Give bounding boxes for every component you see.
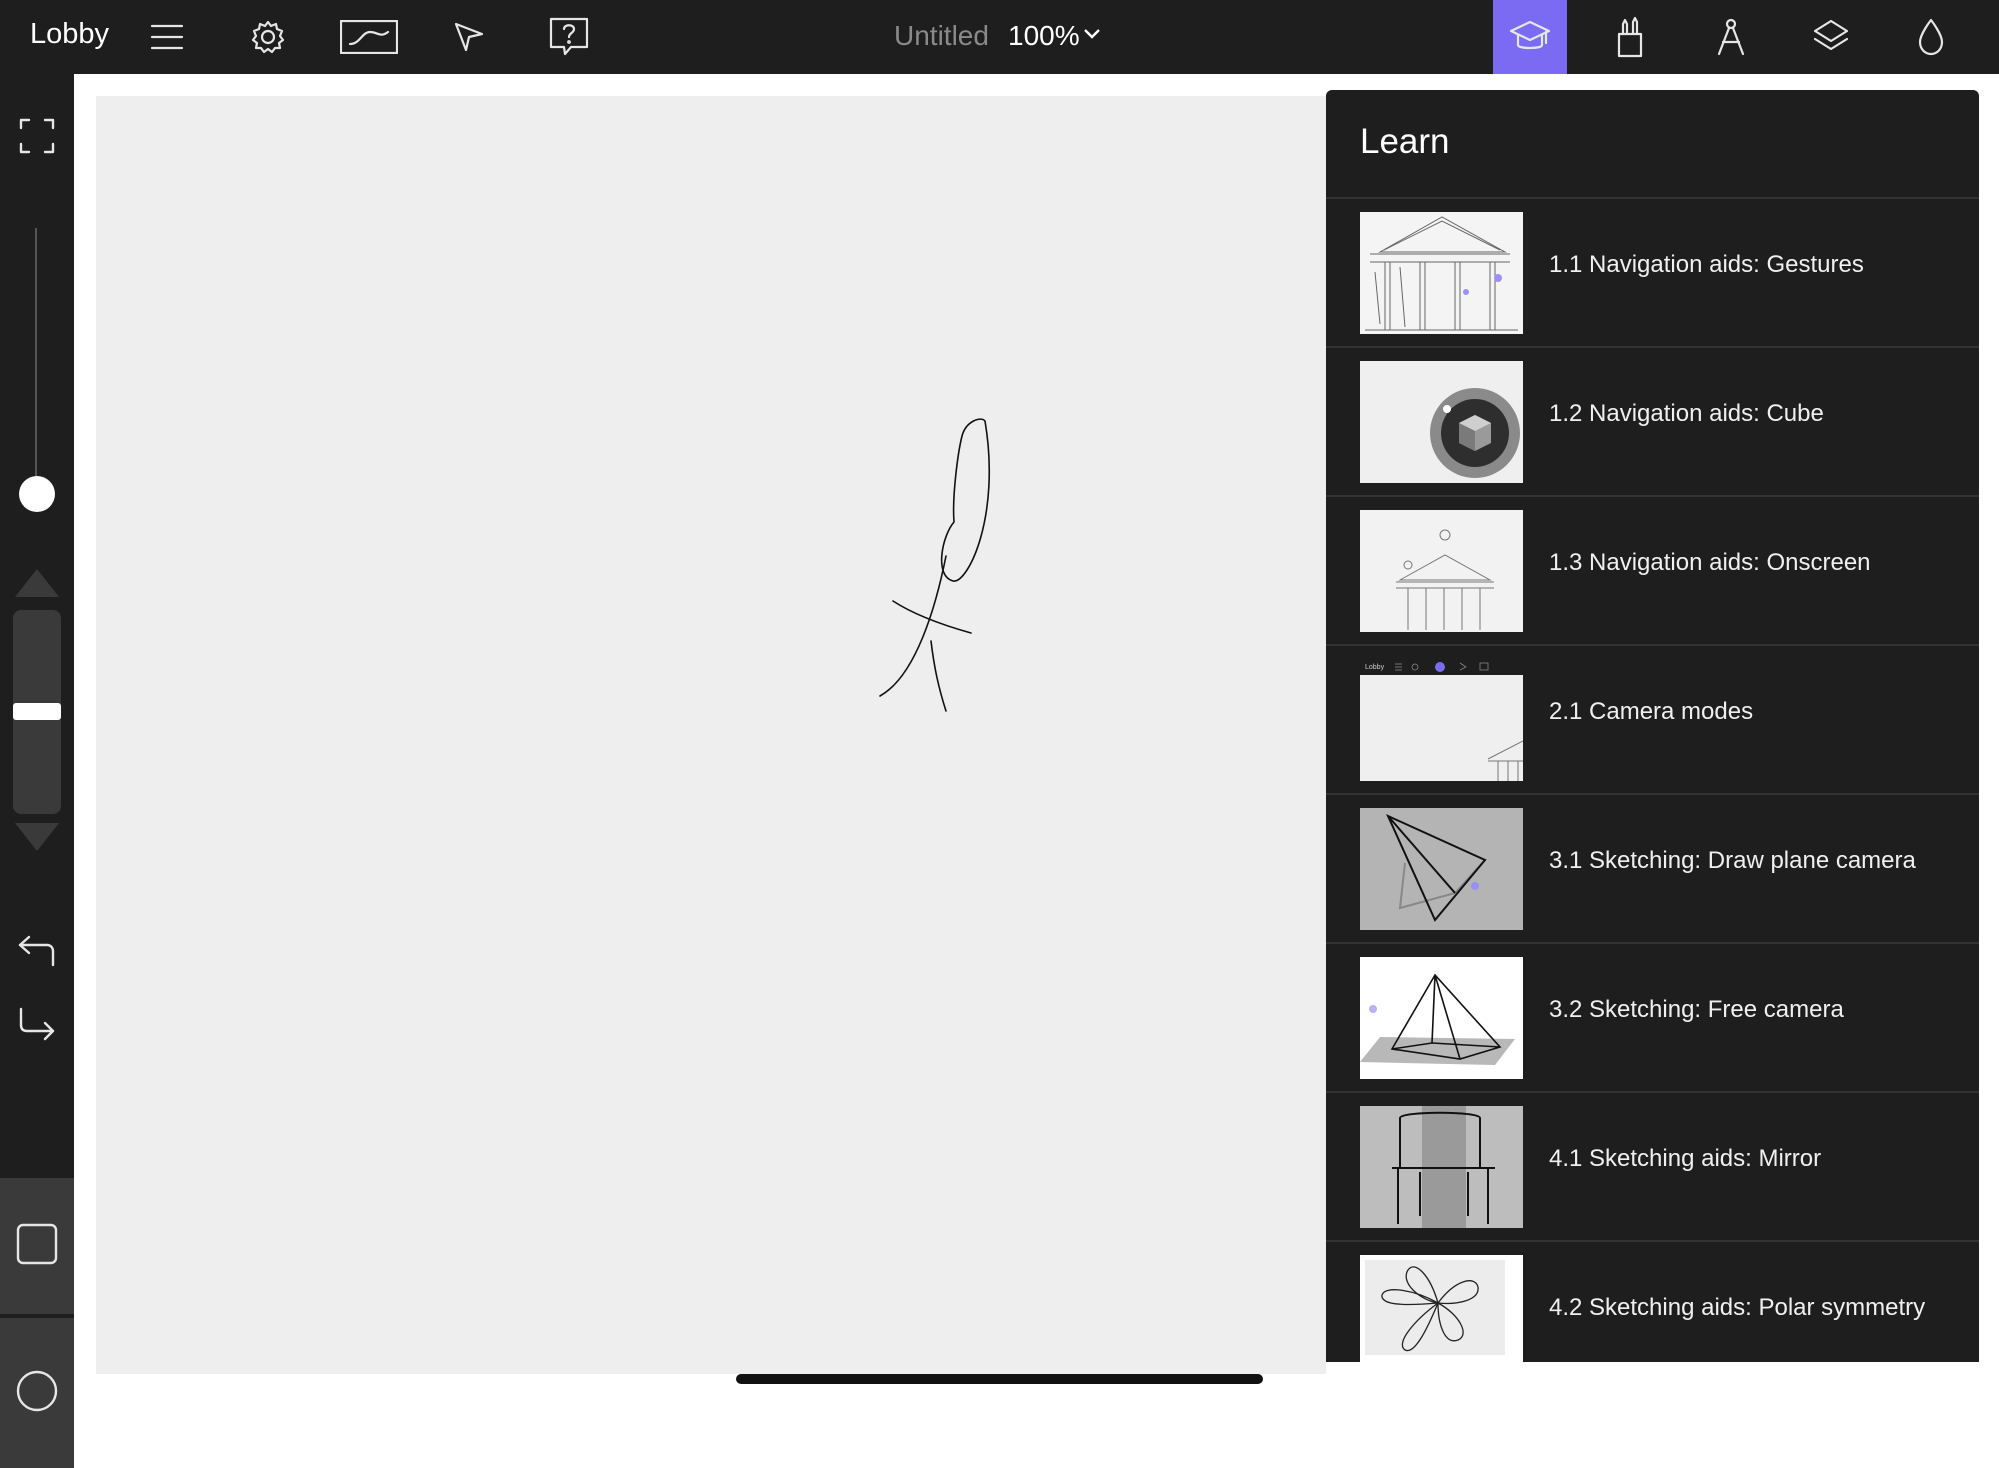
lesson-item[interactable]: 1.2 Navigation aids: Cube — [1326, 348, 1979, 497]
compass-icon[interactable] — [1694, 0, 1768, 74]
lesson-item[interactable]: 4.2 Sketching aids: Polar symmetry — [1326, 1242, 1979, 1362]
lesson-thumbnail-gestures — [1360, 212, 1523, 334]
top-toolbar: Lobby Untitled 100% — [0, 0, 1999, 74]
brush-size-track[interactable] — [35, 228, 37, 498]
lesson-label: 2.1 Camera modes — [1549, 698, 1754, 725]
lesson-label: 1.2 Navigation aids: Cube — [1549, 400, 1824, 427]
gear-icon[interactable] — [231, 0, 305, 74]
menu-icon[interactable] — [130, 0, 204, 74]
zoom-level[interactable]: 100% — [1008, 20, 1080, 52]
brush-size-knob[interactable] — [19, 476, 55, 512]
lesson-thumbnail-draw-plane — [1360, 808, 1523, 930]
layers-icon[interactable] — [1794, 0, 1868, 74]
learn-panel: Learn 1.1 Navigation aids: Gestures 1.2 … — [1326, 90, 1979, 1362]
undo-icon[interactable] — [0, 926, 74, 976]
left-toolbar — [0, 74, 74, 1468]
lesson-thumbnail-cube — [1360, 361, 1523, 483]
lesson-label: 4.2 Sketching aids: Polar symmetry — [1549, 1294, 1926, 1321]
lesson-label: 4.1 Sketching aids: Mirror — [1549, 1145, 1822, 1172]
circle-shape-button[interactable] — [0, 1318, 74, 1468]
fullscreen-icon[interactable] — [0, 106, 74, 166]
lesson-item[interactable]: 4.1 Sketching aids: Mirror — [1326, 1093, 1979, 1242]
square-shape-icon — [16, 1223, 58, 1270]
learn-cap-icon[interactable] — [1493, 0, 1567, 74]
lesson-item[interactable]: 3.1 Sketching: Draw plane camera — [1326, 795, 1979, 944]
step-up-icon[interactable] — [0, 564, 74, 600]
lesson-label: 1.3 Navigation aids: Onscreen — [1549, 549, 1871, 576]
lesson-thumbnail-polar-symmetry — [1360, 1255, 1523, 1362]
drawing-canvas[interactable] — [96, 96, 1326, 1374]
help-icon[interactable] — [532, 0, 606, 74]
sketch-stroke-cross — [892, 600, 972, 634]
color-drop-icon[interactable] — [1894, 0, 1968, 74]
lesson-item[interactable]: Lobby 2.1 Camera modes — [1326, 646, 1979, 795]
lesson-item[interactable]: 1.3 Navigation aids: Onscreen — [1326, 497, 1979, 646]
lesson-thumbnail-onscreen — [1360, 510, 1523, 632]
lesson-thumbnail-mirror — [1360, 1106, 1523, 1228]
document-title[interactable]: Untitled — [894, 20, 989, 52]
chevron-down-icon[interactable] — [1082, 24, 1102, 49]
redo-icon[interactable] — [0, 1000, 74, 1050]
lesson-thumbnail-free-camera — [1360, 957, 1523, 1079]
circle-shape-icon — [15, 1369, 59, 1418]
lobby-button[interactable]: Lobby — [30, 18, 109, 51]
lesson-label: 1.1 Navigation aids: Gestures — [1549, 251, 1864, 278]
mini-lobby-text: Lobby — [1365, 664, 1385, 671]
lesson-item[interactable]: 1.1 Navigation aids: Gestures — [1326, 199, 1979, 348]
sketch-strokes — [879, 418, 990, 712]
sketch-stroke-right — [930, 640, 947, 712]
cursor-icon[interactable] — [432, 0, 506, 74]
sketch-stroke-oval — [940, 418, 990, 582]
lesson-item[interactable]: 3.2 Sketching: Free camera — [1326, 944, 1979, 1093]
home-indicator[interactable] — [736, 1374, 1263, 1384]
opacity-level[interactable] — [13, 703, 61, 720]
lesson-label: 3.2 Sketching: Free camera — [1549, 996, 1844, 1023]
lesson-thumbnail-camera-modes: Lobby — [1360, 659, 1523, 781]
panel-title: Learn — [1360, 122, 1450, 161]
square-shape-button[interactable] — [0, 1178, 74, 1314]
stroke-icon[interactable] — [332, 0, 406, 74]
lesson-label: 3.1 Sketching: Draw plane camera — [1549, 847, 1916, 874]
step-down-icon[interactable] — [0, 820, 74, 856]
brushes-icon[interactable] — [1593, 0, 1667, 74]
